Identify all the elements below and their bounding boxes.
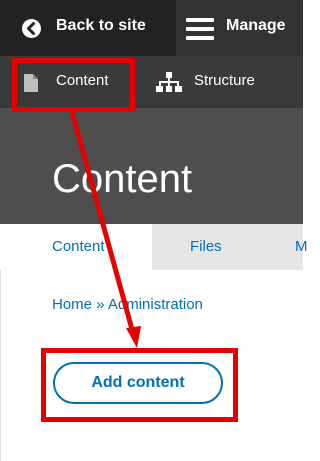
annotation-highlight-content — [12, 58, 135, 112]
page-title: Content — [52, 157, 193, 201]
page-header: Content — [0, 108, 303, 224]
sitemap-icon — [156, 72, 182, 97]
manage-label: Manage — [226, 17, 286, 34]
tray-structure-label: Structure — [194, 72, 255, 89]
tray-structure-link[interactable]: Structure — [150, 64, 303, 100]
admin-toolbar: Back to site Manage — [0, 0, 303, 56]
hamburger-icon — [186, 18, 214, 40]
breadcrumb[interactable]: Home » Administration — [52, 296, 203, 313]
primary-tabs: Content Files M — [0, 224, 308, 270]
tab-files-label: Files — [190, 238, 222, 255]
back-to-site-label: Back to site — [56, 17, 146, 34]
tab-content-label: Content — [52, 238, 105, 255]
chevron-left-circle-icon — [22, 19, 41, 38]
tab-content[interactable]: Content — [0, 224, 152, 270]
tab-media-label: M — [295, 238, 308, 255]
annotation-highlight-add-content — [41, 348, 238, 422]
tab-files[interactable]: Files — [190, 224, 222, 270]
tab-media[interactable]: M — [295, 224, 308, 270]
manage-menu-button[interactable]: Manage — [176, 0, 303, 56]
back-to-site-link[interactable]: Back to site — [0, 0, 167, 56]
